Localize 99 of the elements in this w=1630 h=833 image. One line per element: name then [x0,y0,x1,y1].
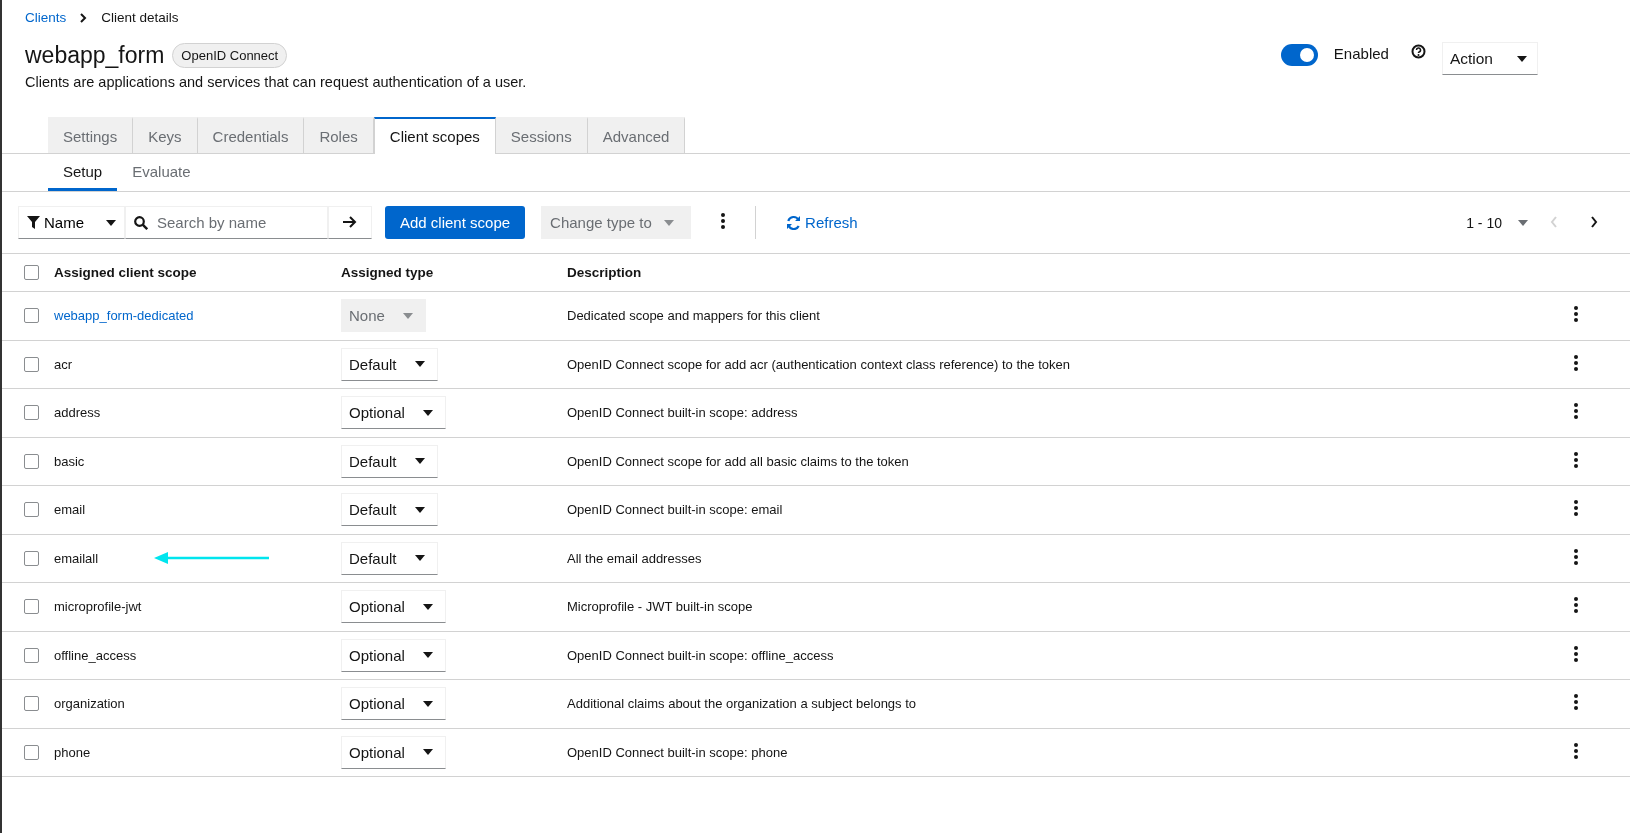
assigned-type-dropdown[interactable]: Optional [341,687,446,721]
enabled-switch[interactable] [1280,44,1318,66]
caret-icon [414,361,425,368]
row-checkbox[interactable] [24,599,39,615]
scope-name: emailall [54,550,99,566]
scope-name: microprofile-jwt [54,599,142,615]
scope-name: phone [54,744,91,760]
assigned-type-dropdown[interactable]: Optional [341,638,446,672]
assigned-type-dropdown[interactable]: Default [341,347,438,381]
kebab-icon [1574,597,1578,614]
table-cell: Additional claims about the organization a subject belongs to [567,679,1570,728]
filter-icon [27,216,40,229]
tab[interactable]: Settings [48,117,134,153]
scope-name: offline_access [54,647,137,663]
subtab[interactable]: Setup [48,154,118,191]
caret-icon [422,700,433,707]
kebab-icon [1574,742,1578,759]
table-cell: OpenID Connect scope for add all basic claims to the token [567,437,1570,486]
kebab-icon [721,213,726,229]
kebab-icon [1574,694,1578,711]
subtab[interactable]: Evaluate [117,154,206,191]
filter-dropdown[interactable]: Name [18,206,125,239]
kebab-icon [1574,306,1578,323]
caret-icon [422,603,433,610]
scope-link[interactable]: webapp_form-dedicated [54,308,194,324]
table-cell: OpenID Connect built-in scope: phone [567,728,1570,777]
row-checkbox[interactable] [24,502,39,518]
column-header: Assigned client scope [54,254,341,292]
action-dropdown[interactable]: Action [1441,42,1538,75]
kebab-icon [1574,451,1578,468]
row-checkbox[interactable] [24,308,39,324]
caret-icon [414,506,425,513]
protocol-badge: OpenID Connect [172,43,288,68]
search-submit-button[interactable] [328,206,372,239]
assigned-type-dropdown[interactable]: Optional [341,396,446,430]
tab[interactable]: Client scopes [373,117,496,154]
breadcrumb-link[interactable]: Clients [25,10,67,25]
table-cell: OpenID Connect built-in scope: offline_access [567,631,1570,680]
row-checkbox[interactable] [24,356,39,372]
caret-icon [422,409,433,416]
switch-label: Enabled [1333,45,1389,62]
caret-icon [422,749,433,756]
table-cell: OpenID Connect built-in scope: address [567,388,1570,437]
tab[interactable]: Sessions [495,117,588,153]
add-client-scope-button[interactable]: Add client scope [385,206,526,239]
scope-name: email [54,502,86,518]
table-cell: OpenID Connect scope for add acr (authentication context class reference) to the token [567,340,1570,389]
row-checkbox[interactable] [24,744,39,760]
arrow-right-icon [343,215,357,228]
scope-name: address [54,405,101,421]
caret-icon [1518,219,1528,226]
tab[interactable]: Advanced [587,117,686,153]
caret-icon [1517,55,1527,62]
tab[interactable]: Credentials [197,117,305,153]
kebab-icon [1574,645,1578,662]
kebab-icon [1574,403,1578,420]
chevron-right-icon [80,12,88,23]
scope-name: basic [54,453,85,469]
caret-icon [422,652,433,659]
assigned-type-dropdown[interactable]: Optional [341,590,446,624]
table-cell: Dedicated scope and mappers for this client [567,291,1570,340]
column-header: Assigned type [341,254,567,292]
table-cell: Microprofile - JWT built-in scope [567,582,1570,631]
select-all-checkbox[interactable] [24,265,39,280]
search-icon [134,216,148,230]
scope-name: organization [54,696,125,712]
chevron-right-icon [1590,215,1598,228]
tab[interactable]: Roles [304,117,374,153]
page-title: webapp_form [25,42,165,69]
caret-icon [106,219,116,226]
pagination-dropdown[interactable]: 1 - 10 [1460,213,1534,232]
caret-icon [664,219,675,226]
chevron-left-icon [1550,215,1558,228]
scope-name: acr [54,356,73,372]
caret-icon [414,458,425,465]
caret-icon [414,555,425,562]
page-description: Clients are applications and services that can request authentication of a user. [25,74,527,90]
refresh-icon [786,215,802,230]
breadcrumb-current: Client details [101,10,179,25]
refresh-button[interactable]: Refresh [780,213,864,232]
help-icon [1410,44,1426,59]
assigned-type-dropdown[interactable]: Default [341,444,438,478]
caret-icon [402,312,413,319]
kebab-icon [1574,548,1578,565]
row-checkbox[interactable] [24,453,39,469]
row-checkbox[interactable] [24,647,39,663]
assigned-type-dropdown[interactable]: Optional [341,735,446,769]
table-cell: All the email addresses [567,534,1570,583]
tab[interactable]: Keys [133,117,198,153]
search-field[interactable]: Search by name [125,206,328,239]
row-checkbox[interactable] [24,696,39,712]
assigned-type-dropdown[interactable]: Default [341,493,438,527]
assigned-type-dropdown[interactable]: Default [341,541,438,575]
row-checkbox[interactable] [24,550,39,566]
row-checkbox[interactable] [24,405,39,421]
kebab-icon [1574,500,1578,517]
table-cell: OpenID Connect built-in scope: email [567,485,1570,534]
kebab-icon [1574,354,1578,371]
column-header: Description [567,254,1570,292]
